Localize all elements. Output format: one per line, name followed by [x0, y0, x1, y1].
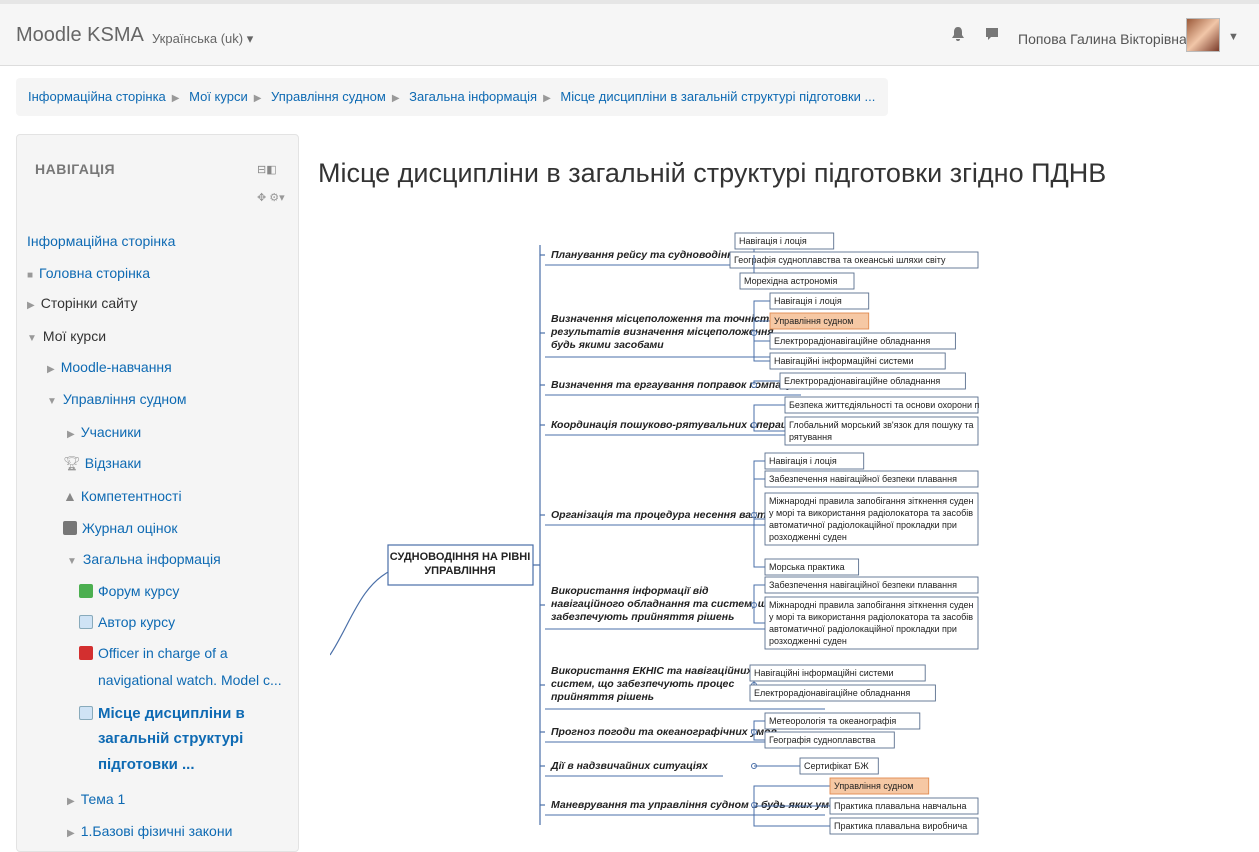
breadcrumb-separator-icon: ▶ [171, 93, 180, 104]
mindmap-leaf-label: Навігація і лоція [739, 236, 807, 246]
mindmap-leaf-label: Географія судноплавства [769, 735, 875, 745]
mindmap-branch-label: Координація пошуково-рятувальних операці… [551, 419, 797, 431]
nav-item-competencies[interactable]: ▲ Компетентності [63, 488, 182, 504]
nav-item-badges[interactable]: 🏆︎ Відзнаки [63, 455, 141, 472]
mindmap-leaf-label: Практика плавальна навчальна [834, 801, 967, 811]
chevron-right-icon: ▶ [67, 796, 75, 807]
breadcrumb-item[interactable]: Управління судном [271, 89, 386, 104]
mindmap-branch-label: Використання інформації від навігаційного… [551, 585, 774, 623]
mindmap-leaf-label: Навігація і лоція [774, 296, 842, 306]
nav-item-site-pages[interactable]: ▶ Сторінки сайту [27, 295, 138, 311]
table-icon [63, 521, 77, 535]
mindmap-leaf-label: Електрорадіонавігаційне обладнання [754, 688, 910, 698]
mindmap-trunk [533, 245, 541, 825]
mindmap-leaf-label: Управління судном [774, 316, 853, 326]
mindmap-connector [330, 569, 393, 656]
user-avatar[interactable] [1186, 18, 1220, 52]
mindmap-leaf-label: Електрорадіонавігаційне обладнання [774, 336, 930, 346]
nav-item-current-page-line3[interactable]: підготовки ... [98, 752, 195, 778]
trophy-icon: 🏆︎ [63, 455, 81, 471]
mindmap-leaf-label: Управління судном [834, 781, 913, 791]
mindmap-branch-label: Організація та процедура несення вахти [551, 509, 773, 521]
notification-bell-icon[interactable] [950, 26, 966, 42]
mindmap-branch-label: Використання ЕКНІС та навігаційних систем… [551, 665, 754, 703]
mindmap-leaf-label: Безпека життєдіяльності та основи охорон… [789, 400, 980, 410]
nav-item-current-page-line2[interactable]: загальній структурі [98, 726, 243, 752]
mindmap-leaf-connector [753, 515, 765, 568]
nav-item-topic-1[interactable]: ▶ Тема 1 [67, 791, 125, 807]
language-menu[interactable]: Українська (uk) ▾ [152, 31, 253, 47]
mindmap-leaf-label: Навігаційні інформаційні системи [774, 356, 914, 366]
breadcrumb-separator-icon: ▶ [543, 93, 551, 104]
nav-item-moodle-learning[interactable]: ▶ Moodle-навчання [47, 359, 172, 375]
mindmap-leaf-label: Морська практика [769, 562, 845, 572]
mindmap-leaf-label: Географія судноплавства та океанські шля… [734, 255, 946, 265]
chevron-right-icon: ▶ [27, 300, 35, 311]
mindmap-leaf-label: Сертифікат БЖ [804, 761, 869, 771]
mindmap-leaf-label: Забезпечення навігаційної безпеки плаван… [769, 474, 957, 484]
user-menu-chevron-down-icon[interactable]: ▼ [1228, 31, 1239, 43]
nav-item-my-courses[interactable]: ▼ Мої курси [27, 328, 106, 344]
competency-icon: ▲ [63, 488, 77, 504]
breadcrumb-item[interactable]: Інформаційна сторінка [28, 89, 166, 104]
mindmap-leaf-label: Навігація і лоція [769, 456, 837, 466]
chevron-right-icon: ▶ [67, 828, 75, 839]
mindmap-branch-label: Маневрування та управління судном в будь… [551, 799, 854, 811]
page-icon [79, 706, 93, 720]
mindmap-leaf-label: Електрорадіонавігаційне обладнання [784, 376, 940, 386]
nav-item-general-info[interactable]: ▼ Загальна інформація [67, 551, 221, 567]
mindmap-branch-label: Планування рейсу та судноводіння [551, 249, 740, 261]
bullet-icon: ■ [27, 270, 34, 281]
nav-item-officer-watch[interactable]: Officer in charge of a [79, 645, 228, 661]
nav-item-course-author[interactable]: Автор курсу [79, 614, 175, 630]
chevron-down-icon: ▼ [27, 333, 37, 344]
nav-item-ship-handling[interactable]: ▼ Управління судном [47, 391, 187, 407]
nav-item-info-page[interactable]: Інформаційна сторінка [27, 233, 175, 249]
page-icon [79, 615, 93, 629]
breadcrumb-item[interactable]: Мої курси [189, 89, 248, 104]
dock-block-icon[interactable]: ⊟◧ [257, 163, 277, 176]
mindmap-leaf-label: Метеорологія та океанографія [769, 716, 896, 726]
mindmap-branch-label: Дії в надзвичайних ситуаціях [550, 760, 709, 772]
nav-item-gradebook[interactable]: Журнал оцінок [63, 520, 178, 536]
nav-item-current-page[interactable]: Місце дисципліни в [79, 701, 245, 727]
nav-item-basic-physics[interactable]: ▶ 1.Базові фізичні закони [67, 823, 232, 839]
user-name[interactable]: Попова Галина Вікторівна [1018, 31, 1187, 47]
page-title: Місце дисципліни в загальній структурі п… [318, 158, 1107, 188]
mindmap-branch-label: Визначення місцеположення та точність рез… [550, 313, 775, 351]
chevron-down-icon: ▼ [67, 556, 77, 567]
mindmap-leaf-label: Практика плавальна виробнича [834, 821, 967, 831]
navigation-block: НАВІГАЦІЯ ⊟◧ ✥ ⚙▾ Інформаційна сторінка … [16, 134, 299, 852]
chevron-down-icon: ▼ [47, 396, 57, 407]
breadcrumb-separator-icon: ▶ [253, 93, 262, 104]
navigation-title: НАВІГАЦІЯ [35, 161, 116, 177]
breadcrumb-item[interactable]: Місце дисципліни в загальній структурі п… [560, 89, 875, 104]
site-brand[interactable]: Moodle KSMA [16, 24, 144, 47]
move-block-icon[interactable]: ✥ ⚙▾ [257, 191, 285, 204]
nav-item-participants[interactable]: ▶ Учасники [67, 424, 141, 440]
mindmap-leaf-connector [753, 460, 765, 515]
mindmap-leaf-label: Навігаційні інформаційні системи [754, 668, 894, 678]
nav-item-course-forum[interactable]: Форум курсу [79, 583, 179, 599]
breadcrumb-item[interactable]: Загальна інформація [409, 89, 537, 104]
mindmap-leaf-label: Забезпечення навігаційної безпеки плаван… [769, 580, 957, 590]
chevron-right-icon: ▶ [47, 364, 55, 375]
forum-icon [79, 584, 93, 598]
messages-icon[interactable] [984, 26, 1000, 42]
top-navbar: Moodle KSMA Українська (uk) ▾ Попова Гал… [0, 0, 1259, 66]
mindmap-leaf-label: Морехідна астрономія [744, 276, 837, 286]
mindmap-branch-label: Прогноз погоди та океанографічних умов [551, 726, 778, 738]
breadcrumb-separator-icon: ▶ [391, 93, 400, 104]
nav-item-home[interactable]: ■ Головна сторінка [27, 265, 150, 281]
pdf-icon [79, 646, 93, 660]
breadcrumb: Інформаційна сторінка ▶ Мої курси ▶ Управл… [16, 78, 888, 116]
chevron-right-icon: ▶ [67, 429, 75, 440]
nav-item-officer-watch-line2[interactable]: navigational watch. Model c... [98, 672, 282, 688]
mindmap-image: СУДНОВОДІННЯ НА РІВНІ УПРАВЛІННЯПлануванн… [330, 232, 980, 835]
